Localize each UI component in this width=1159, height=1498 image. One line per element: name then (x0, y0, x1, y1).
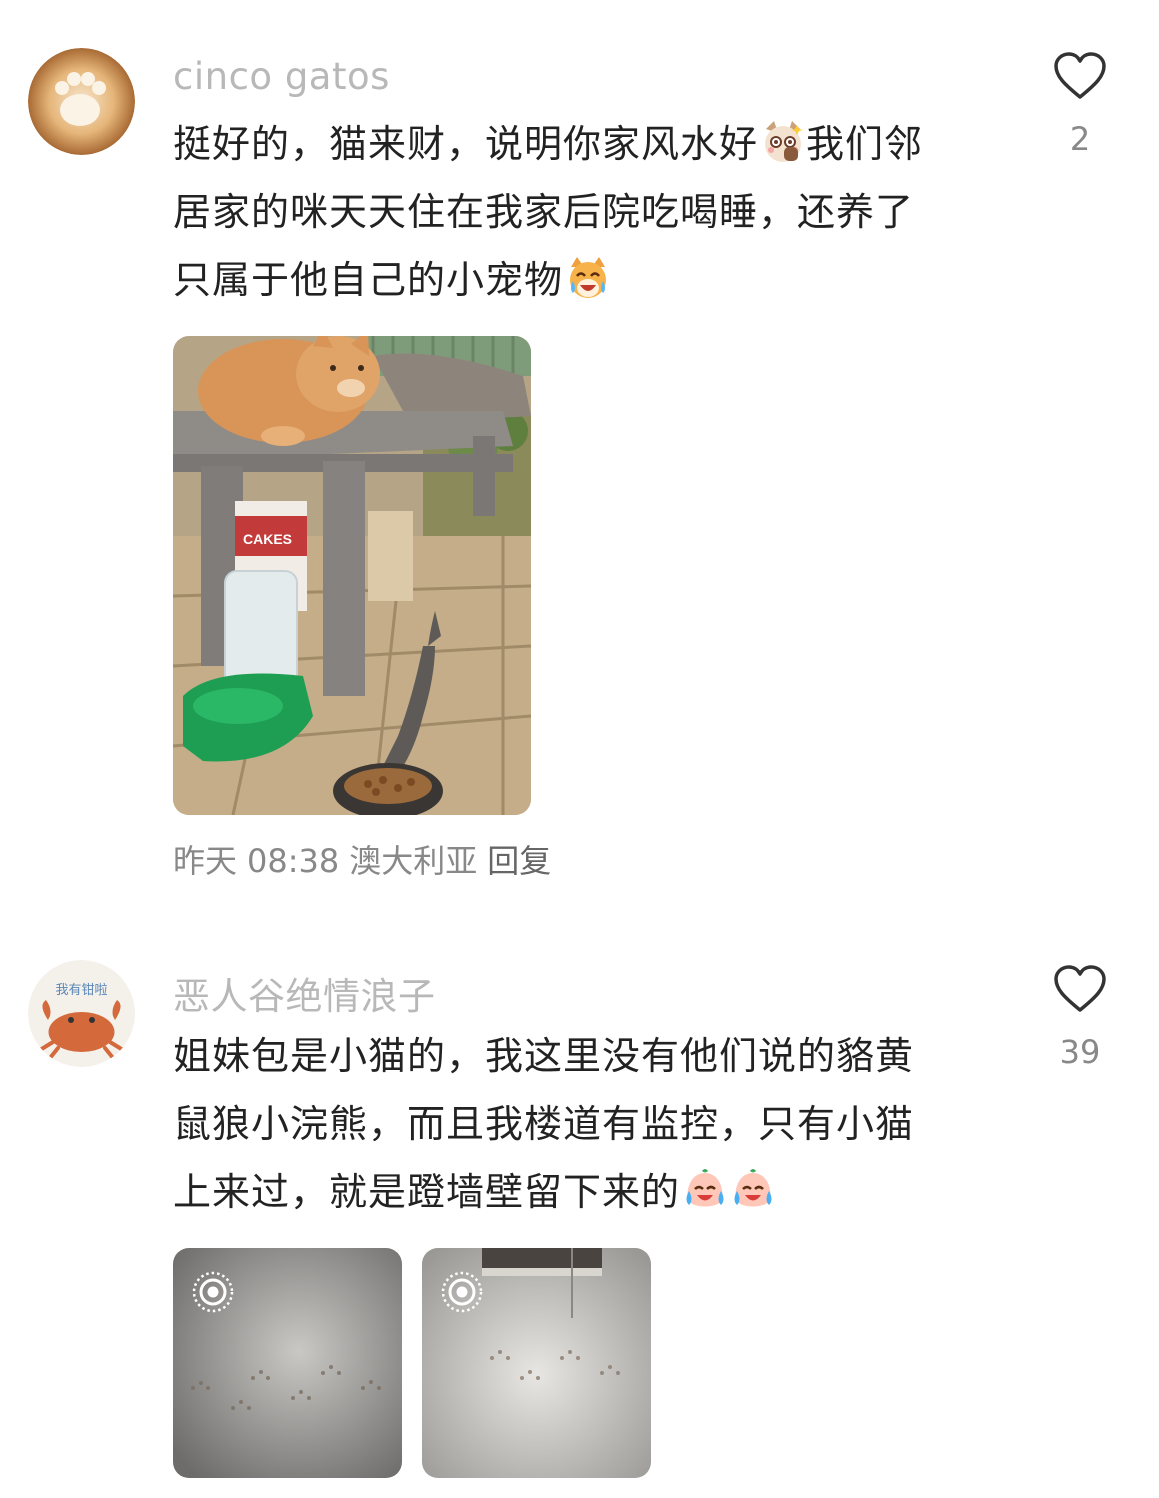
avatar-text: 我有钳啦 (55, 983, 107, 998)
comment-photo[interactable] (422, 1248, 651, 1478)
comment-text: 挺好的，猫来财，说明你家风水好 我们邻 居家的咪天天住在我家后院吃喝睡，还养了 … (173, 110, 1003, 314)
comment-date: 昨天 (173, 842, 238, 880)
like-area: 2 (1040, 52, 1120, 158)
crying-laughing-face-emoji (686, 1169, 724, 1207)
comment-photo[interactable] (173, 1248, 402, 1478)
live-photo-icon (192, 1271, 234, 1313)
comment-item: 我有钳啦 恶人谷绝情浪子 姐妹包是小猫的，我这里没有他们说的貉黄 鼠狼小浣熊，而… (0, 930, 1159, 1498)
avatar[interactable]: 我有钳啦 (28, 960, 135, 1067)
comment-photo[interactable]: CAKES (173, 336, 531, 815)
live-photo-icon (441, 1271, 483, 1313)
comment-line: 挺好的，猫来财，说明你家风水好 (173, 122, 759, 166)
comment-line: 居家的咪天天住在我家后院吃喝睡，还养了 (173, 190, 915, 234)
comment-line: 只属于他自己的小宠物 (173, 258, 564, 302)
heart-icon[interactable] (1054, 965, 1106, 1013)
cat-shy-emoji (765, 121, 804, 162)
crying-laughing-face-emoji (734, 1169, 772, 1207)
like-area: 39 (1040, 965, 1120, 1071)
comment-line: 上来过，就是蹬墙壁留下来的 (173, 1170, 681, 1214)
comment-time: 08:38 (247, 842, 340, 880)
comment-meta: 昨天 08:38 澳大利亚 回复 (173, 836, 561, 882)
reply-button[interactable]: 回复 (487, 842, 551, 880)
cat-laughing-crying-emoji (570, 257, 607, 298)
package-label: CAKES (243, 531, 292, 547)
comment-line: 姐妹包是小猫的，我这里没有他们说的貉黄 (173, 1034, 915, 1078)
username[interactable]: cinco gatos (173, 55, 390, 98)
comment-text: 姐妹包是小猫的，我这里没有他们说的貉黄 鼠狼小浣熊，而且我楼道有监控，只有小猫 … (173, 1022, 1003, 1226)
like-count: 39 (1059, 1033, 1101, 1071)
avatar[interactable] (28, 48, 135, 155)
comment-line: 我们邻 (806, 122, 924, 166)
username[interactable]: 恶人谷绝情浪子 (173, 966, 436, 1020)
comment-location: 澳大利亚 (349, 842, 478, 880)
comment-line: 鼠狼小浣熊，而且我楼道有监控，只有小猫 (173, 1102, 915, 1146)
heart-icon[interactable] (1054, 52, 1106, 100)
comment-item: cinco gatos 挺好的，猫来财，说明你家风水好 我们邻 居家的咪天天住在… (0, 0, 1159, 930)
like-count: 2 (1069, 120, 1091, 158)
